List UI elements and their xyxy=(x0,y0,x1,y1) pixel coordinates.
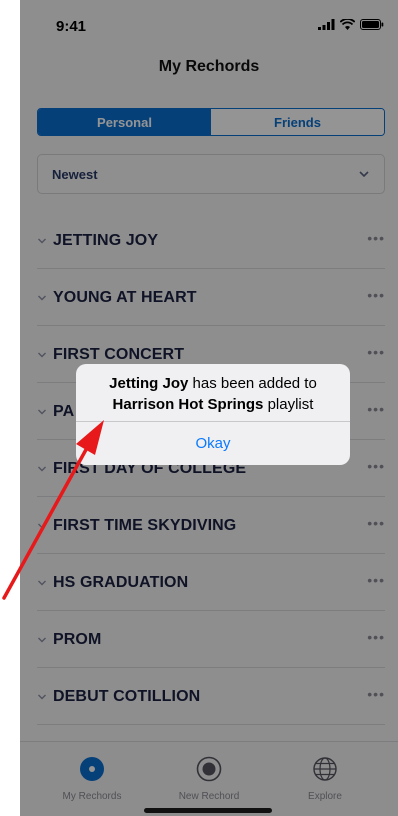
alert-message: Jetting Joy has been added to Harrison H… xyxy=(76,373,350,415)
alert-playlist-name: Harrison Hot Springs xyxy=(112,396,264,413)
phone-screen: 9:41 My Rechords Personal Friends Newest… xyxy=(20,0,398,816)
alert-text: has been added to xyxy=(188,375,317,392)
alert-item-name: Jetting Joy xyxy=(109,375,189,392)
confirmation-alert: Jetting Joy has been added to Harrison H… xyxy=(76,364,350,465)
okay-button[interactable]: Okay xyxy=(76,422,350,465)
home-indicator xyxy=(144,808,272,813)
alert-text: playlist xyxy=(263,396,314,413)
